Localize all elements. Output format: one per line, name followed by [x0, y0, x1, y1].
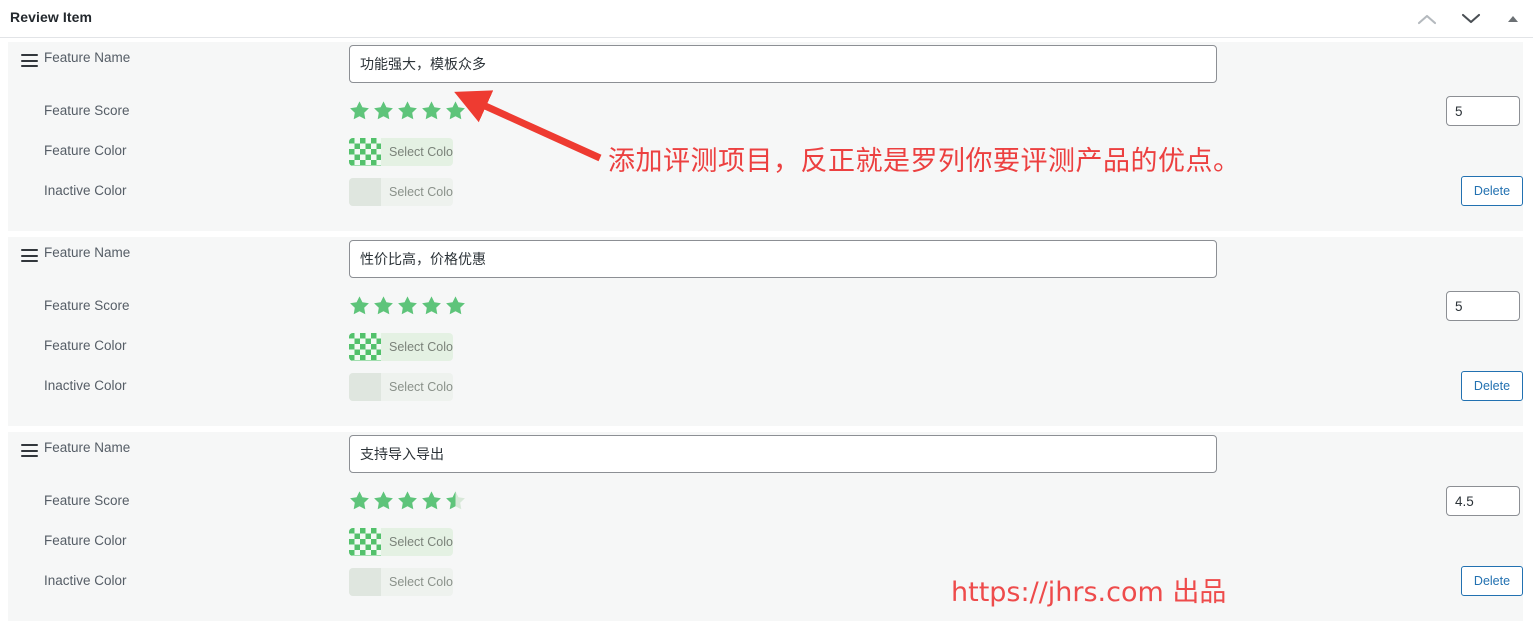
row-inactive-color: Inactive Color Select Color: [8, 367, 1523, 417]
feature-score-input[interactable]: [1446, 96, 1520, 126]
label-inactive-color: Inactive Color: [44, 378, 127, 393]
chevron-down-icon[interactable]: [1454, 2, 1488, 36]
feature-name-input[interactable]: [349, 45, 1217, 83]
star-icon: [374, 296, 393, 315]
select-color-label: Select Color: [389, 185, 453, 199]
feature-name-input[interactable]: [349, 240, 1217, 278]
label-inactive-color: Inactive Color: [44, 573, 127, 588]
star-icon: [422, 101, 441, 120]
row-feature-name: Feature Name: [8, 237, 1523, 287]
star-rating[interactable]: [349, 295, 466, 319]
chevron-down-glyph: [1461, 13, 1481, 24]
star-icon: [350, 296, 369, 315]
feature-name-input[interactable]: [349, 435, 1217, 473]
row-inactive-color: Inactive Color Select Color: [8, 172, 1523, 222]
label-feature-color: Feature Color: [44, 533, 127, 548]
select-color-label: Select Color: [389, 340, 453, 354]
drag-handle-icon[interactable]: [21, 444, 38, 457]
star-icon: [398, 296, 417, 315]
star-icon: [350, 491, 369, 510]
color-swatch-icon: [349, 138, 381, 166]
drag-handle-icon[interactable]: [21, 54, 38, 67]
feature-color-picker-button[interactable]: Select Color: [349, 528, 453, 556]
chevron-up-icon[interactable]: [1410, 2, 1444, 36]
color-swatch-icon: [349, 528, 381, 556]
select-color-label: Select Color: [389, 535, 453, 549]
triangle-up-icon[interactable]: [1496, 2, 1530, 36]
label-feature-name: Feature Name: [44, 50, 131, 65]
drag-handle-icon[interactable]: [21, 249, 38, 262]
color-swatch-icon: [349, 178, 381, 206]
label-feature-score: Feature Score: [44, 103, 130, 118]
color-swatch-icon: [349, 568, 381, 596]
select-color-label: Select Color: [389, 380, 453, 394]
select-color-label: Select Color: [389, 575, 453, 589]
star-icon: [446, 101, 465, 120]
star-icon: [446, 491, 465, 510]
review-item-block: Feature Name Feature Score Feature Color Se…: [8, 237, 1523, 426]
label-feature-name: Feature Name: [44, 245, 131, 260]
inactive-color-picker-button[interactable]: Select Color: [349, 568, 453, 596]
triangle-up-glyph: [1508, 16, 1518, 22]
feature-score-input[interactable]: [1446, 486, 1520, 516]
star-rating[interactable]: [349, 490, 466, 514]
feature-score-input[interactable]: [1446, 291, 1520, 321]
panel-header: Review Item: [0, 0, 1533, 38]
feature-color-picker-button[interactable]: Select Color: [349, 138, 453, 166]
label-feature-name: Feature Name: [44, 440, 131, 455]
inactive-color-picker-button[interactable]: Select Color: [349, 373, 453, 401]
chevron-up-glyph: [1417, 14, 1437, 25]
color-swatch-icon: [349, 373, 381, 401]
color-swatch-icon: [349, 333, 381, 361]
star-rating[interactable]: [349, 100, 466, 124]
label-inactive-color: Inactive Color: [44, 183, 127, 198]
page-title: Review Item: [10, 9, 93, 25]
inactive-color-picker-button[interactable]: Select Color: [349, 178, 453, 206]
row-inactive-color: Inactive Color Select Color: [8, 562, 1523, 612]
review-item-block: Feature Name Feature Score Feature Color Se…: [8, 42, 1523, 231]
star-icon: [374, 491, 393, 510]
star-icon: [398, 491, 417, 510]
row-feature-name: Feature Name: [8, 432, 1523, 482]
select-color-label: Select Color: [389, 145, 453, 159]
feature-color-picker-button[interactable]: Select Color: [349, 333, 453, 361]
star-icon: [350, 101, 369, 120]
star-icon: [446, 296, 465, 315]
review-items-list: Feature Name Feature Score Feature Color Se…: [0, 39, 1533, 621]
row-feature-name: Feature Name: [8, 42, 1523, 92]
star-icon: [422, 296, 441, 315]
label-feature-color: Feature Color: [44, 338, 127, 353]
label-feature-score: Feature Score: [44, 298, 130, 313]
star-icon: [422, 491, 441, 510]
label-feature-score: Feature Score: [44, 493, 130, 508]
review-item-block: Feature Name Feature Score Feature Color Se…: [8, 432, 1523, 621]
star-icon: [374, 101, 393, 120]
label-feature-color: Feature Color: [44, 143, 127, 158]
star-icon: [398, 101, 417, 120]
